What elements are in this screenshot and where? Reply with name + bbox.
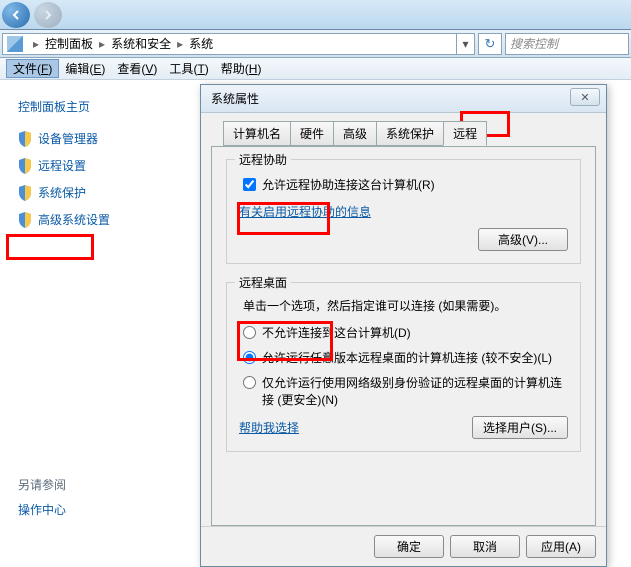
menu-file[interactable]: 文件(F) [6,59,59,78]
see-also-section: 另请参阅 操作中心 [18,476,66,518]
radio-any-version[interactable] [243,351,256,364]
allow-remote-assist-checkbox[interactable] [243,178,256,191]
breadcrumb-box[interactable]: ▸ 控制面板 ▸ 系统和安全 ▸ 系统 [2,33,457,55]
content-area: 系统属性 ✕ 计算机名 硬件 高级 系统保护 远程 远程协助 允 [200,80,631,530]
advanced-button[interactable]: 高级(V)... [478,228,568,251]
menu-bar: 文件(F) 编辑(E) 查看(V) 工具(T) 帮助(H) [0,58,631,80]
close-button[interactable]: ✕ [570,88,600,106]
sidebar-item-label: 高级系统设置 [38,211,110,228]
menu-help[interactable]: 帮助(H) [215,60,268,77]
sidebar-item-advanced-settings[interactable]: 高级系统设置 [0,206,200,233]
select-users-button[interactable]: 选择用户(S)... [472,416,568,439]
shield-icon [18,212,32,228]
sidebar: 控制面板主页 设备管理器 远程设置 系统保护 高级系统设置 另请参阅 操作中心 [0,80,200,530]
sidebar-item-remote-settings[interactable]: 远程设置 [0,152,200,179]
sidebar-item-system-protection[interactable]: 系统保护 [0,179,200,206]
group-remote-desktop: 远程桌面 单击一个选项，然后指定谁可以连接 (如果需要)。 不允许连接到这台计算… [226,282,581,452]
radio-label: 不允许连接到这台计算机(D) [262,324,568,341]
tab-computer-name[interactable]: 计算机名 [223,121,291,146]
tab-advanced[interactable]: 高级 [333,121,377,146]
group-title: 远程协助 [235,151,291,168]
group-title: 远程桌面 [235,274,291,291]
chevron-right-icon[interactable]: ▸ [95,37,109,51]
group-remote-assistance: 远程协助 允许远程协助连接这台计算机(R) 有关启用远程协助的信息 高级(V).… [226,159,581,264]
system-properties-dialog: 系统属性 ✕ 计算机名 硬件 高级 系统保护 远程 远程协助 允 [200,84,607,567]
apply-button[interactable]: 应用(A) [526,535,596,558]
remote-assist-info-link[interactable]: 有关启用远程协助的信息 [239,205,371,219]
tab-remote[interactable]: 远程 [443,121,487,146]
search-input[interactable]: 搜索控制 [505,33,629,55]
radio-label: 允许运行任意版本远程桌面的计算机连接 (较不安全)(L) [262,349,568,366]
breadcrumb[interactable]: 系统 [187,35,215,52]
see-also-link[interactable]: 操作中心 [18,501,66,518]
sidebar-item-label: 远程设置 [38,157,86,174]
breadcrumb[interactable]: 系统和安全 [109,35,173,52]
window-titlebar [0,0,631,30]
see-also-title: 另请参阅 [18,476,66,493]
shield-icon [18,158,32,174]
radio-label: 仅允许运行使用网络级别身份验证的远程桌面的计算机连接 (更安全)(N) [262,374,568,408]
dialog-title: 系统属性 [211,90,259,107]
breadcrumb[interactable]: 控制面板 [43,35,95,52]
cancel-button[interactable]: 取消 [450,535,520,558]
shield-icon [18,131,32,147]
control-panel-icon [7,36,23,52]
dialog-titlebar: 系统属性 ✕ [201,85,606,113]
back-button[interactable] [2,2,30,28]
sidebar-item-device-manager[interactable]: 设备管理器 [0,125,200,152]
chevron-right-icon[interactable]: ▸ [29,37,43,51]
address-bar: ▸ 控制面板 ▸ 系统和安全 ▸ 系统 ▾ ↻ 搜索控制 [0,30,631,58]
forward-button[interactable] [34,2,62,28]
address-dropdown[interactable]: ▾ [457,33,475,55]
radio-nla-only[interactable] [243,376,256,389]
tab-hardware[interactable]: 硬件 [290,121,334,146]
menu-edit[interactable]: 编辑(E) [59,60,111,77]
dialog-button-row: 确定 取消 应用(A) [201,526,606,566]
refresh-button[interactable]: ↻ [478,33,502,55]
menu-tools[interactable]: 工具(T) [163,60,214,77]
ok-button[interactable]: 确定 [374,535,444,558]
sidebar-item-label: 系统保护 [38,184,86,201]
highlight-box [6,234,94,260]
search-placeholder: 搜索控制 [510,35,558,52]
menu-view[interactable]: 查看(V) [111,60,163,77]
chevron-right-icon[interactable]: ▸ [173,37,187,51]
remote-desktop-desc: 单击一个选项，然后指定谁可以连接 (如果需要)。 [243,297,568,314]
radio-no-connections[interactable] [243,326,256,339]
tab-pane-remote: 远程协助 允许远程协助连接这台计算机(R) 有关启用远程协助的信息 高级(V).… [211,146,596,526]
help-me-choose-link[interactable]: 帮助我选择 [239,419,299,436]
sidebar-item-label: 设备管理器 [38,130,98,147]
shield-icon [18,185,32,201]
sidebar-title[interactable]: 控制面板主页 [0,92,200,125]
tab-system-protection[interactable]: 系统保护 [376,121,444,146]
tab-row: 计算机名 硬件 高级 系统保护 远程 [223,121,596,146]
allow-remote-assist-label: 允许远程协助连接这台计算机(R) [262,176,435,193]
